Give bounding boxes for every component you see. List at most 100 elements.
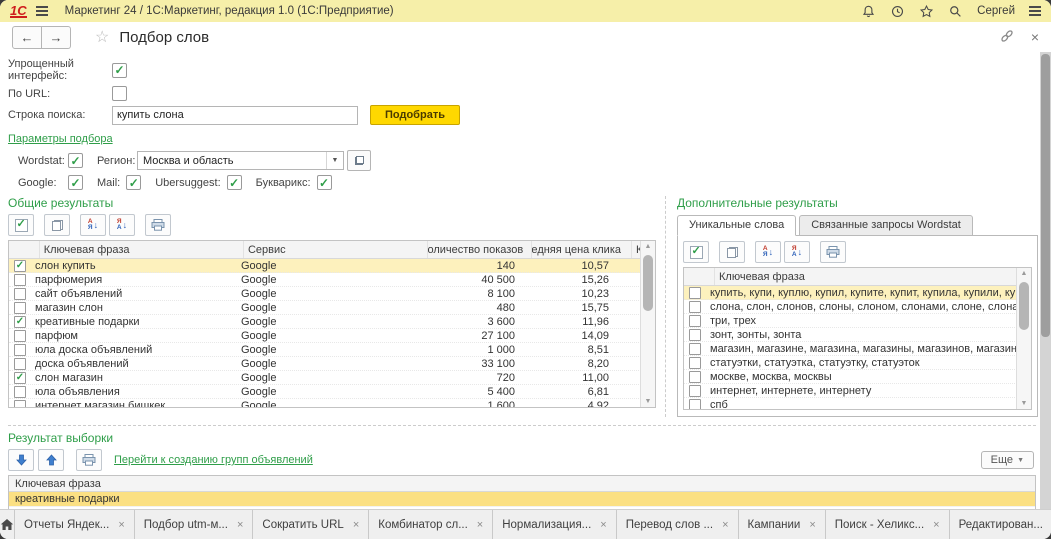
by-url-checkbox[interactable] (112, 86, 127, 101)
sort-ascending-button[interactable]: АЯ↓ (80, 214, 106, 236)
history-icon[interactable] (890, 4, 905, 19)
table-row[interactable]: интернет, интернете, интернету (684, 384, 1017, 398)
service-menu-icon[interactable] (1029, 6, 1041, 16)
column-header[interactable]: Ключевая фраза (715, 268, 1017, 285)
row-checkbox[interactable] (689, 329, 701, 341)
panel-splitter[interactable] (665, 196, 666, 417)
close-tab-icon[interactable]: × (477, 519, 483, 531)
row-checkbox[interactable] (14, 372, 26, 384)
favorite-star-icon[interactable]: ☆ (95, 27, 109, 47)
pick-words-button[interactable]: Подобрать (370, 105, 460, 125)
row-checkbox[interactable] (689, 343, 701, 355)
tab-home[interactable] (0, 510, 15, 539)
region-combobox[interactable]: Москва и область ▼ (137, 151, 344, 170)
select-all-button[interactable] (683, 241, 709, 263)
close-tab-icon[interactable]: × (118, 519, 124, 531)
scroll-down-icon[interactable]: ▼ (1017, 398, 1031, 409)
row-checkbox[interactable] (14, 358, 26, 370)
back-button[interactable]: ← (12, 26, 42, 49)
row-checkbox[interactable] (689, 385, 701, 397)
table-row[interactable]: парфюмерияGoogle40 50015,26 (9, 273, 641, 287)
sort-descending-button[interactable]: ЯА↓ (784, 241, 810, 263)
table-row[interactable]: магазин слонGoogle48015,75 (9, 301, 641, 315)
row-checkbox[interactable] (14, 344, 26, 356)
table-row[interactable]: юла объявленияGoogle5 4006,81 (9, 385, 641, 399)
table-row[interactable]: слона, слон, слонов, слоны, слоном, слон… (684, 300, 1017, 314)
close-tab-icon[interactable]: × (933, 519, 939, 531)
row-checkbox[interactable] (689, 399, 701, 411)
user-menu[interactable]: Сергей (977, 5, 1015, 17)
chevron-down-icon[interactable]: ▼ (326, 152, 343, 169)
create-ad-groups-link[interactable]: Перейти к созданию групп объявлений (114, 454, 313, 466)
row-checkbox[interactable] (14, 274, 26, 286)
selection-params-link[interactable]: Параметры подбора (8, 133, 113, 145)
window-scrollbar[interactable] (1040, 52, 1051, 509)
copy-button[interactable] (44, 214, 70, 236)
bukvarix-checkbox[interactable] (317, 175, 332, 190)
close-icon[interactable]: × (1031, 29, 1039, 45)
window-tab[interactable]: Нормализация...× (493, 510, 616, 539)
column-header[interactable]: Сервис (244, 241, 429, 258)
scroll-up-icon[interactable]: ▲ (641, 241, 655, 252)
table-row[interactable]: магазин, магазине, магазина, магазины, м… (684, 342, 1017, 356)
window-tab[interactable]: Подбор utm-м...× (135, 510, 254, 539)
table-row[interactable]: парфюмGoogle27 10014,09 (9, 329, 641, 343)
window-tab[interactable]: Редактирован...× (950, 510, 1051, 539)
row-checkbox[interactable] (14, 330, 26, 342)
row-checkbox[interactable] (689, 357, 701, 369)
row-checkbox[interactable] (14, 288, 26, 300)
print-button[interactable] (820, 241, 846, 263)
move-down-button[interactable] (8, 449, 34, 471)
table-row[interactable]: купить, купи, куплю, купил, купите, купи… (684, 286, 1017, 300)
row-checkbox[interactable] (14, 400, 26, 409)
row-checkbox[interactable] (689, 315, 701, 327)
window-tab[interactable]: Отчеты Яндек...× (15, 510, 135, 539)
table-row[interactable]: юла доска объявленийGoogle1 0008,51 (9, 343, 641, 357)
table-row[interactable]: сайт объявленийGoogle8 10010,23 (9, 287, 641, 301)
table-row[interactable]: креативные подарки (9, 492, 1035, 507)
column-header[interactable]: Средняя цена клика (532, 241, 632, 258)
main-menu-icon[interactable] (36, 6, 48, 16)
column-header[interactable]: Ключевая фраза (9, 476, 1035, 492)
scroll-down-icon[interactable]: ▼ (641, 396, 655, 407)
forward-button[interactable]: → (42, 26, 71, 49)
row-checkbox[interactable] (689, 287, 701, 299)
table-row[interactable]: интернет магазин бишкекGoogle1 6004,92 (9, 399, 641, 408)
move-up-button[interactable] (38, 449, 64, 471)
table-row[interactable]: слон купитьGoogle14010,57 (9, 259, 641, 273)
table-row[interactable]: доска объявленийGoogle33 1008,20 (9, 357, 641, 371)
sort-descending-button[interactable]: ЯА↓ (109, 214, 135, 236)
google-checkbox[interactable] (68, 175, 83, 190)
ubersuggest-checkbox[interactable] (227, 175, 242, 190)
row-checkbox[interactable] (14, 302, 26, 314)
print-button[interactable] (76, 449, 102, 471)
favorites-star-icon[interactable] (919, 4, 934, 19)
more-button[interactable]: Еще ▼ (981, 451, 1034, 469)
column-header[interactable]: Ключевая фраза (40, 241, 244, 258)
unique-table-scrollbar[interactable]: ▲ ▼ (1016, 268, 1031, 409)
simplified-interface-checkbox[interactable] (112, 63, 127, 78)
close-tab-icon[interactable]: × (600, 519, 606, 531)
print-button[interactable] (145, 214, 171, 236)
row-checkbox[interactable] (14, 260, 26, 272)
column-header[interactable]: Количество показов (428, 241, 532, 258)
tab-unique-words[interactable]: Уникальные слова (677, 215, 796, 236)
select-all-button[interactable] (8, 214, 34, 236)
notifications-bell-icon[interactable] (861, 4, 876, 19)
sort-ascending-button[interactable]: АЯ↓ (755, 241, 781, 263)
region-open-button[interactable] (347, 150, 371, 171)
copy-button[interactable] (719, 241, 745, 263)
close-tab-icon[interactable]: × (722, 519, 728, 531)
row-checkbox[interactable] (689, 301, 701, 313)
table-row[interactable]: москве, москва, москвы (684, 370, 1017, 384)
window-tab[interactable]: Поиск - Хеликс...× (826, 510, 950, 539)
search-input[interactable] (112, 106, 358, 125)
window-tab[interactable]: Комбинатор сл...× (369, 510, 493, 539)
table-row[interactable]: спб (684, 398, 1017, 410)
row-checkbox[interactable] (689, 371, 701, 383)
close-tab-icon[interactable]: × (809, 519, 815, 531)
mail-checkbox[interactable] (126, 175, 141, 190)
close-tab-icon[interactable]: × (237, 519, 243, 531)
table-row[interactable]: слон магазинGoogle72011,00 (9, 371, 641, 385)
row-checkbox[interactable] (14, 386, 26, 398)
